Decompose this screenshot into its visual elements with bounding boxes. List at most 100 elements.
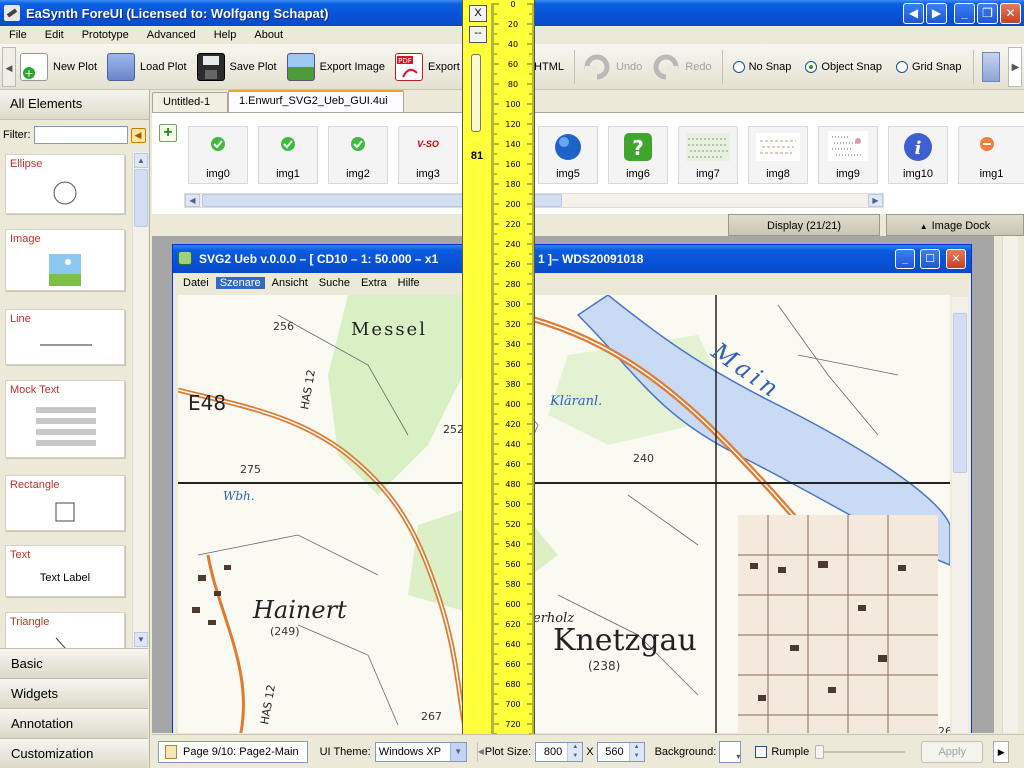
nav-forward-icon[interactable]: ▶ <box>926 3 947 24</box>
image-thumbnail[interactable]: img5 <box>538 126 598 184</box>
ruler-minimize-button[interactable]: -- <box>469 26 487 43</box>
image-name: img1 <box>979 168 1004 180</box>
chevron-left-icon[interactable]: ◀ <box>476 741 485 762</box>
rectangle-icon <box>55 502 75 522</box>
scroll-right-icon[interactable]: ▶ <box>868 194 883 207</box>
image-thumbnail[interactable]: img2 <box>328 126 388 184</box>
ruler-close-button[interactable]: X <box>469 5 487 22</box>
grid-snap-label: Grid Snap <box>911 60 962 73</box>
element-mock-text[interactable]: Mock Text <box>5 380 125 458</box>
spinner-icon[interactable]: ▲ ▼ <box>628 742 644 761</box>
inner-menu-ansicht[interactable]: Ansicht <box>268 277 312 289</box>
rumple-checkbox[interactable]: Rumple <box>755 745 809 758</box>
image-thumbnail[interactable]: img1 <box>958 126 1024 184</box>
menu-file[interactable]: File <box>0 29 36 41</box>
redo-button[interactable]: Redo <box>648 47 717 87</box>
tab-enwurf[interactable]: 1.Enwurf_SVG2_Ueb_GUI.4ui <box>228 90 404 112</box>
inner-menu-hilfe[interactable]: Hilfe <box>394 277 424 289</box>
export-image-button[interactable]: Export Image <box>283 47 391 87</box>
scroll-down-icon[interactable]: ▼ <box>134 632 148 647</box>
inner-menu-extra[interactable]: Extra <box>357 277 391 289</box>
background-color-picker[interactable]: ▾ <box>719 740 742 763</box>
image-dock-tab[interactable]: ▲ Image Dock <box>886 214 1024 236</box>
image-thumbnail[interactable]: img0 <box>188 126 248 184</box>
apply-button[interactable]: Apply <box>921 740 984 763</box>
element-text[interactable]: Text Text Label <box>5 545 125 597</box>
all-elements-header[interactable]: All Elements <box>0 90 149 120</box>
slider-handle[interactable] <box>815 744 825 759</box>
image-thumbnail[interactable]: img8 <box>748 126 808 184</box>
inner-minimize-button[interactable]: _ <box>895 249 915 269</box>
display-tab[interactable]: Display (21/21) <box>728 214 880 236</box>
category-customization[interactable]: Customization <box>0 738 148 768</box>
no-snap-radio[interactable]: No Snap <box>732 60 791 73</box>
menu-advanced[interactable]: Advanced <box>138 29 205 41</box>
plot-width-input[interactable]: 800 ▲ ▼ <box>535 741 584 762</box>
inner-close-button[interactable]: ✕ <box>946 249 966 269</box>
theme-select[interactable]: Windows XP ▼ <box>374 741 467 762</box>
element-rectangle[interactable]: Rectangle <box>5 475 125 531</box>
spinner-icon[interactable]: ▲ ▼ <box>567 742 583 761</box>
filter-input[interactable] <box>33 126 128 144</box>
menu-about[interactable]: About <box>245 29 292 41</box>
inner-window[interactable]: SVG2 Ueb v.0.0.0 – [ CD10 – 1: 50.000 – … <box>172 244 972 733</box>
image-thumbnail[interactable]: i img10 <box>888 126 948 184</box>
inner-menu-suche[interactable]: Suche <box>315 277 354 289</box>
map-scrollbar[interactable] <box>952 297 968 733</box>
inner-maximize-button[interactable]: ☐ <box>920 249 940 269</box>
image-thumbnail[interactable]: V-SO img3 <box>398 126 458 184</box>
menu-edit[interactable]: Edit <box>36 29 73 41</box>
element-triangle[interactable]: Triangle <box>5 612 125 648</box>
maximize-button[interactable]: ❐ <box>977 3 998 24</box>
scroll-thumb[interactable] <box>134 169 148 227</box>
plot-height-input[interactable]: 560 ▲ ▼ <box>596 741 645 762</box>
load-plot-button[interactable]: Load Plot <box>103 47 192 87</box>
rumple-slider[interactable] <box>815 744 906 759</box>
image-thumbnail[interactable]: img1 <box>258 126 318 184</box>
menu-prototype[interactable]: Prototype <box>73 29 138 41</box>
add-image-icon[interactable]: + <box>159 124 177 142</box>
element-line[interactable]: Line <box>5 309 125 365</box>
close-button[interactable]: ✕ <box>1000 3 1021 24</box>
ruler-tick-label: 480 <box>505 480 520 489</box>
toolbar-scroll-right[interactable]: ▶ <box>1008 46 1023 87</box>
object-snap-radio[interactable]: Object Snap <box>805 60 882 73</box>
category-widgets[interactable]: Widgets <box>0 678 148 708</box>
image-strip: + img0 img1 img2 V-SO img3 img5 ? img6 i… <box>152 112 1024 214</box>
scroll-up-icon[interactable]: ▲ <box>134 153 148 168</box>
page-selector-button[interactable]: Page 9/10: Page2-Main <box>158 740 308 763</box>
menu-help[interactable]: Help <box>205 29 246 41</box>
scroll-thumb[interactable] <box>953 313 967 473</box>
category-basic[interactable]: Basic <box>0 648 148 678</box>
save-plot-button[interactable]: Save Plot <box>193 47 283 87</box>
element-image[interactable]: Image <box>5 229 125 291</box>
inner-menu-datei[interactable]: Datei <box>179 277 213 289</box>
new-plot-button[interactable]: + New Plot <box>16 47 103 87</box>
town-knetzgau <box>738 515 938 733</box>
element-ellipse[interactable]: Ellipse <box>5 154 125 214</box>
tab-untitled[interactable]: Untitled-1 <box>152 92 228 112</box>
grid-snap-radio[interactable]: Grid Snap <box>895 60 962 73</box>
canvas-scrollbar[interactable] <box>1002 236 1018 733</box>
nav-back-icon[interactable]: ◀ <box>903 3 924 24</box>
screen-ruler[interactable]: X -- 81 0 20 40 60 80 100 120 140 160 180 200 220 24… <box>462 0 535 734</box>
radio-selected-icon <box>805 60 818 73</box>
image-thumbnail[interactable]: img7 <box>678 126 738 184</box>
category-annotation[interactable]: Annotation <box>0 708 148 738</box>
toolbar-extra-icon[interactable] <box>982 51 1001 82</box>
inner-menu-szenare[interactable]: Szenare <box>215 277 265 289</box>
image-thumbnail[interactable]: ? img6 <box>608 126 668 184</box>
topographic-map[interactable]: Messel E48 HAS 12 HAS 12 Main Kläranl. W… <box>178 295 950 733</box>
filter-clear-icon[interactable]: ◀ <box>130 127 146 143</box>
undo-button[interactable]: Undo <box>579 47 648 87</box>
design-canvas[interactable]: SVG2 Ueb v.0.0.0 – [ CD10 – 1: 50.000 – … <box>152 236 994 733</box>
element-list-scrollbar[interactable]: ▲ ▼ <box>132 152 148 648</box>
image-thumbnail[interactable]: img9 <box>818 126 878 184</box>
ruler-tick-label: 660 <box>505 660 520 669</box>
scroll-left-icon[interactable]: ◀ <box>185 194 200 207</box>
minimize-button[interactable]: _ <box>954 3 975 24</box>
ruler-slider[interactable] <box>471 54 481 132</box>
chevron-right-icon[interactable]: ▶ <box>993 740 1010 763</box>
toolbar-scroll-left[interactable]: ◀ <box>2 46 16 87</box>
ruler-tick-label: 120 <box>505 120 520 129</box>
